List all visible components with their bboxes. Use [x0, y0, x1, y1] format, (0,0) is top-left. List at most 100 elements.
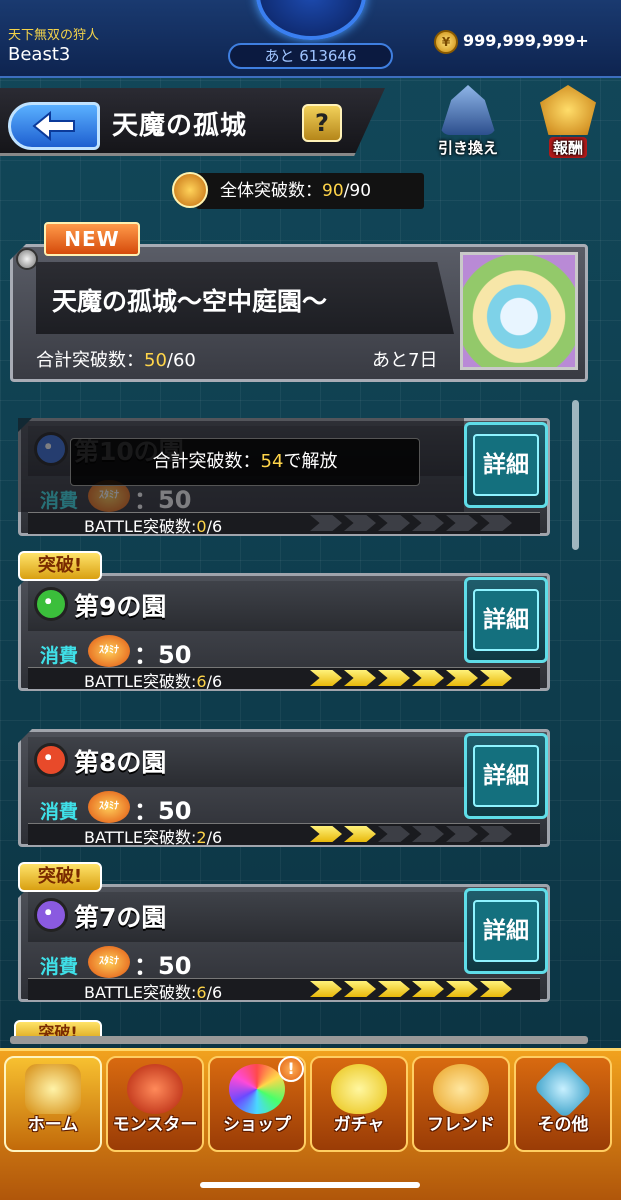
new-badge: NEW [44, 222, 140, 256]
nav-shop-label: ショップ [223, 1115, 291, 1135]
shop-notice-badge: ! [278, 1056, 304, 1082]
progress-chevron [310, 670, 342, 686]
progress-chevron [412, 826, 444, 842]
progress-chevron [378, 981, 410, 997]
help-button[interactable]: ? [302, 104, 342, 142]
unlock-suffix: で解放 [283, 451, 338, 472]
progress-chevrons [310, 670, 512, 686]
exp-remaining: あと 613646 [228, 43, 393, 69]
page-title: 天魔の孤城 [112, 111, 248, 141]
battle-done: 6 [196, 672, 207, 691]
battle-done: 6 [196, 983, 207, 1002]
reward-label: 報酬 [548, 137, 587, 158]
element-icon [34, 743, 68, 777]
progress-chevron [412, 515, 444, 531]
stage-card[interactable]: 第9の園消費 ｽﾀﾐﾅ ：50 BATTLE突破数:6/6 詳細 突破! [18, 551, 550, 692]
detail-button[interactable]: 詳細 [464, 733, 548, 819]
home-gate-icon [25, 1064, 81, 1114]
cost-label: 消費 [40, 645, 79, 667]
unlock-value: 54 [260, 451, 284, 472]
stage-card[interactable]: 第8の園 消費 ｽﾀﾐﾅ ：50 BATTLE突破数:2/6 詳細 [18, 729, 550, 847]
cost-value: ：50 [134, 641, 192, 669]
battle-label: BATTLE突破数: [84, 672, 197, 691]
battle-progress-label: BATTLE突破数:0/6 [84, 513, 222, 537]
break-badge-icon [172, 172, 208, 208]
battle-label: BATTLE突破数: [84, 517, 197, 536]
event-name: 天魔の孤城～空中庭園～ [52, 287, 328, 316]
gold-coin-icon: ¥ [434, 30, 458, 54]
detail-button[interactable]: 詳細 [464, 888, 548, 974]
nav-friend-label: フレンド [427, 1115, 495, 1135]
event-sum-label: 合計突破数： [36, 350, 144, 371]
total-break-count: 全体突破数：90/90 [196, 173, 424, 209]
progress-chevron [310, 826, 342, 842]
progress-chevron [378, 670, 410, 686]
progress-chevron [446, 981, 478, 997]
total-break-label: 全体突破数： [220, 181, 322, 201]
battle-progress-label: BATTLE突破数:6/6 [84, 668, 222, 692]
stage-name: 第7の園 [74, 903, 167, 932]
cost-value: ：50 [134, 797, 192, 825]
event-sum: 合計突破数：50/60 [36, 346, 196, 372]
back-button[interactable] [8, 102, 100, 150]
progress-chevron [446, 670, 478, 686]
nav-home[interactable]: ホーム [4, 1056, 102, 1152]
detail-button[interactable]: 詳細 [464, 577, 548, 663]
exchange-button[interactable]: 引き換え [428, 85, 508, 163]
progress-chevrons [310, 981, 512, 997]
detail-label: 詳細 [473, 900, 539, 962]
battle-progress-label: BATTLE突破数:2/6 [84, 824, 222, 848]
event-sum-current: 50 [144, 350, 167, 371]
unlock-condition: 合計突破数：54で解放 [70, 438, 420, 486]
stage-name: 第9の園 [74, 592, 167, 621]
nav-other[interactable]: その他 [514, 1056, 612, 1152]
list-bottom-edge [10, 1036, 588, 1044]
stage-card[interactable]: 第7の園 消費 ｽﾀﾐﾅ ：50 BATTLE突破数:6/6 詳細 突破! [18, 862, 550, 1003]
event-remaining: あと7日 [372, 350, 438, 371]
home-indicator [200, 1182, 420, 1188]
bolt-icon [16, 248, 38, 270]
cost-label: 消費 [40, 956, 79, 978]
stamina-icon: ｽﾀﾐﾅ [88, 791, 130, 823]
gold-amount: 999,999,999+ [463, 31, 589, 50]
castle-icon [440, 85, 496, 135]
total-break-max: 90 [349, 181, 372, 201]
progress-chevron [378, 826, 410, 842]
progress-chevrons [310, 515, 512, 531]
nav-monster-label: モンスター [112, 1115, 198, 1135]
progress-chevron [412, 670, 444, 686]
progress-chevron [480, 515, 512, 531]
battle-done: 0 [196, 517, 207, 536]
reward-button[interactable]: 報酬 [528, 85, 608, 163]
battle-label: BATTLE突破数: [84, 828, 197, 847]
total-break-current: 90 [322, 181, 344, 201]
detail-label: 詳細 [473, 589, 539, 651]
locked-overlay: 合計突破数：54で解放 [18, 418, 464, 512]
nav-friend[interactable]: フレンド [412, 1056, 510, 1152]
progress-chevron [344, 515, 376, 531]
nav-home-label: ホーム [27, 1115, 79, 1135]
element-icon [34, 587, 68, 621]
battle-total: /6 [206, 983, 223, 1002]
progress-chevron [344, 670, 376, 686]
player-name: Beast3 [8, 44, 71, 65]
detail-label: 詳細 [473, 745, 539, 807]
battle-label: BATTLE突破数: [84, 983, 197, 1002]
friend-icon [433, 1064, 489, 1114]
stamina-icon: ｽﾀﾐﾅ [88, 635, 130, 667]
stage-card[interactable]: 第10の園消費ｽﾀﾐﾅ：50BATTLE突破数:0/6詳細合計突破数：54で解放 [18, 418, 550, 536]
battle-done: 2 [196, 828, 207, 847]
garden-fountain-image [460, 252, 578, 370]
break-badge: 突破! [18, 551, 102, 581]
progress-chevron [446, 826, 478, 842]
detail-button[interactable]: 詳細 [464, 422, 548, 508]
progress-chevron [344, 826, 376, 842]
battle-progress-label: BATTLE突破数:6/6 [84, 979, 222, 1003]
scrollbar[interactable] [572, 400, 579, 550]
unlock-label: 合計突破数： [152, 451, 261, 472]
reward-crest-icon [540, 85, 596, 135]
progress-chevron [310, 515, 342, 531]
progress-chevron [480, 670, 512, 686]
nav-monster[interactable]: モンスター [106, 1056, 204, 1152]
nav-gacha[interactable]: ガチャ [310, 1056, 408, 1152]
